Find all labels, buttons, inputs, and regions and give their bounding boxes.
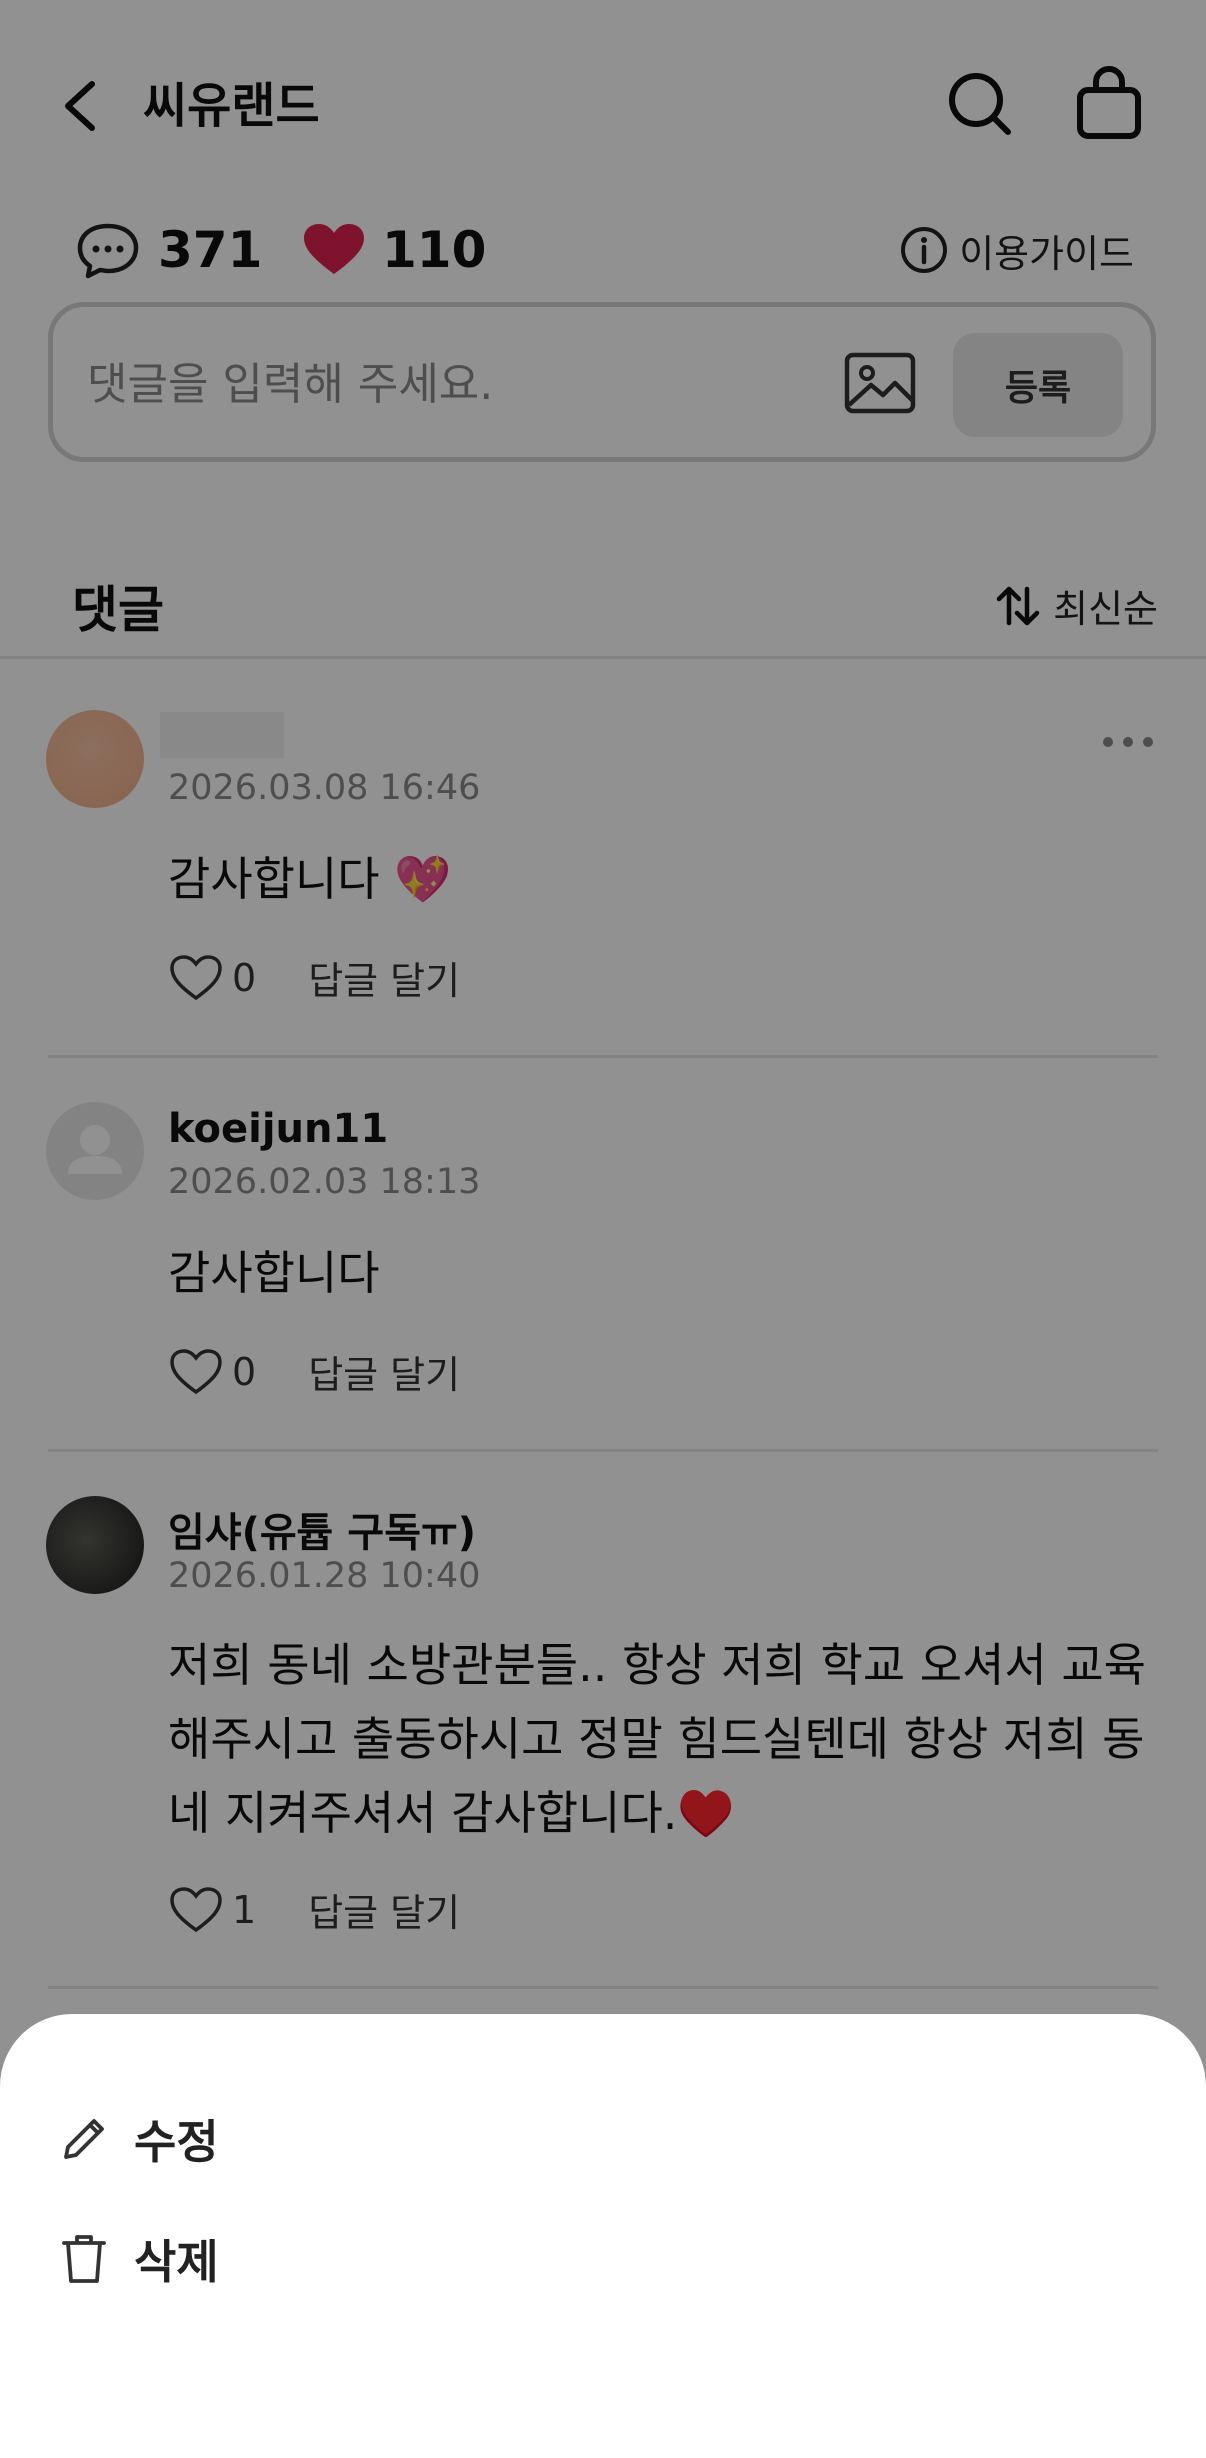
delete-option[interactable]: 삭제 bbox=[58, 2226, 219, 2292]
action-sheet: 수정 삭제 bbox=[0, 2014, 1206, 2458]
edit-label: 수정 bbox=[134, 2115, 219, 2169]
trash-icon bbox=[62, 2235, 106, 2283]
pencil-icon bbox=[64, 2119, 104, 2159]
edit-option[interactable]: 수정 bbox=[58, 2106, 219, 2172]
delete-label: 삭제 bbox=[134, 2235, 219, 2289]
